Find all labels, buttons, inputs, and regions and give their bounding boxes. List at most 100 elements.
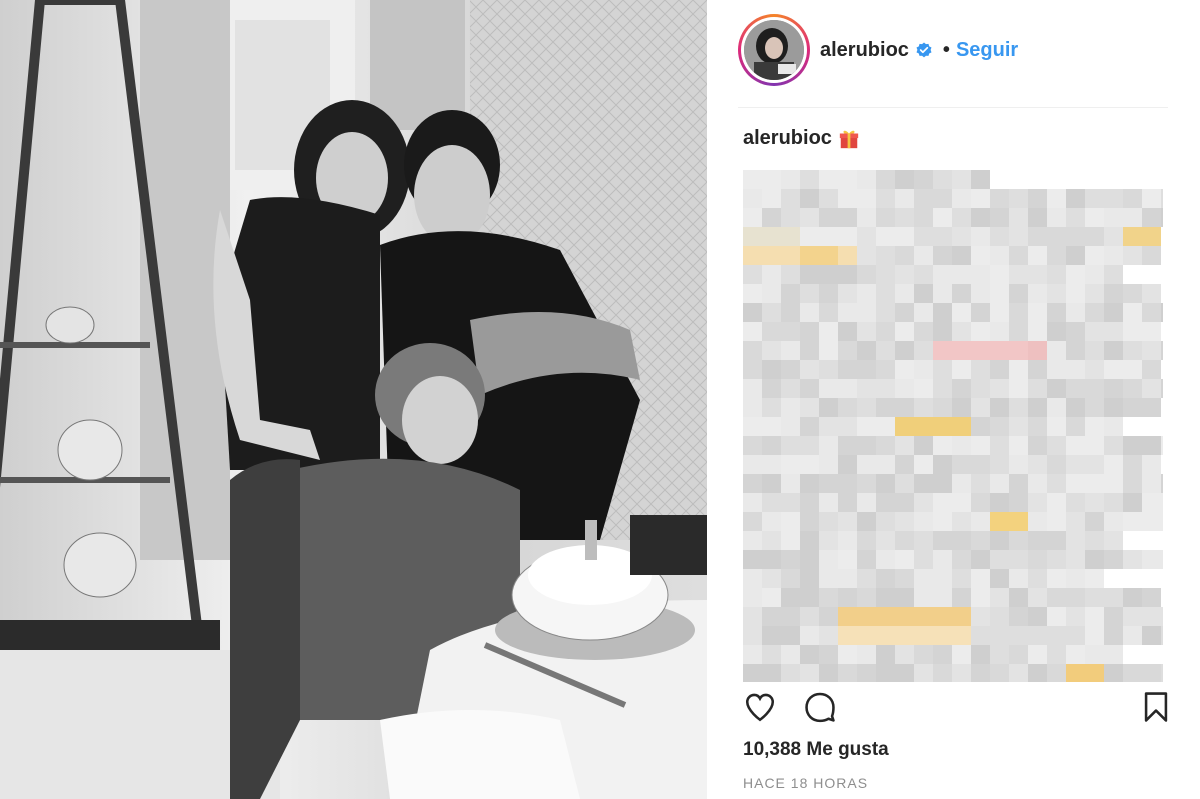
pixel-cell [895, 360, 914, 379]
likes-count[interactable]: 10,388 Me gusta [743, 739, 889, 761]
pixel-cell [914, 588, 933, 607]
pixel-cell [1047, 379, 1066, 398]
heart-icon[interactable] [743, 690, 777, 724]
pixel-cell [1009, 607, 1028, 626]
pixel-cell [1123, 455, 1142, 474]
pixel-cell [1066, 341, 1085, 360]
pixel-cell [1161, 379, 1163, 398]
pixel-cell [838, 170, 857, 189]
pixel-cell [1104, 208, 1123, 227]
pixel-cell [1047, 208, 1066, 227]
pixel-cell [952, 189, 971, 208]
pixel-cell [876, 550, 895, 569]
pixel-cell [933, 626, 952, 645]
pixel-cell [838, 227, 857, 246]
post-timestamp[interactable]: HACE 18 HORAS [743, 775, 868, 791]
pixel-cell [1123, 246, 1142, 265]
pixel-cell [1028, 417, 1047, 436]
caption-username[interactable]: alerubioc [743, 127, 832, 150]
pixel-cell [971, 284, 990, 303]
pixel-cell [857, 417, 876, 436]
pixel-cell [1047, 227, 1066, 246]
pixel-cell [876, 436, 895, 455]
pixel-cell [857, 474, 876, 493]
pixel-cell [971, 569, 990, 588]
pixel-cell [819, 246, 838, 265]
pixel-cell [1142, 474, 1161, 493]
pixel-cell [876, 246, 895, 265]
pixel-cell [1142, 284, 1161, 303]
pixel-cell [895, 626, 914, 645]
pixel-cell [914, 170, 933, 189]
pixel-cell [971, 436, 990, 455]
pixel-cell [1047, 626, 1066, 645]
pixel-cell [857, 341, 876, 360]
pixel-cell [990, 284, 1009, 303]
pixel-cell [743, 588, 762, 607]
pixel-cell [1104, 455, 1123, 474]
pixel-cell [876, 227, 895, 246]
pixel-cell [1066, 436, 1085, 455]
comment-icon[interactable] [803, 690, 837, 724]
pixel-cell [781, 360, 800, 379]
pixel-cell [952, 626, 971, 645]
pixel-cell [819, 436, 838, 455]
pixel-cell [895, 569, 914, 588]
pixel-cell [933, 493, 952, 512]
pixel-cell [895, 227, 914, 246]
pixel-cell [1123, 360, 1142, 379]
pixel-cell [838, 341, 857, 360]
pixel-cell [781, 170, 800, 189]
pixel-cell [1085, 341, 1104, 360]
pixel-cell [1123, 341, 1142, 360]
pixel-cell [1028, 303, 1047, 322]
pixel-cell [762, 303, 781, 322]
pixel-cell [1066, 493, 1085, 512]
pixel-cell [895, 531, 914, 550]
pixel-cell [1142, 493, 1161, 512]
pixel-cell [933, 531, 952, 550]
avatar[interactable] [744, 20, 804, 80]
pixel-cell [990, 550, 1009, 569]
pixel-cell [914, 265, 933, 284]
pixel-cell [1047, 284, 1066, 303]
pixel-cell [762, 531, 781, 550]
post-username[interactable]: alerubioc [820, 39, 909, 62]
pixel-cell [819, 664, 838, 682]
pixel-cell [933, 588, 952, 607]
pixel-cell [743, 398, 762, 417]
pixel-cell [1066, 569, 1085, 588]
pixel-cell [971, 341, 990, 360]
pixel-cell [762, 664, 781, 682]
pixel-cell [914, 227, 933, 246]
pixel-cell [743, 493, 762, 512]
pixel-cell [914, 246, 933, 265]
pixel-cell [1142, 550, 1161, 569]
pixel-cell [781, 227, 800, 246]
pixel-cell [838, 569, 857, 588]
header-divider [738, 107, 1168, 108]
pixel-cell [952, 493, 971, 512]
pixel-cell [1085, 455, 1104, 474]
post-photo[interactable] [0, 0, 707, 799]
pixel-cell [838, 246, 857, 265]
pixel-cell [1085, 322, 1104, 341]
pixel-cell [1104, 493, 1123, 512]
follow-button[interactable]: Seguir [956, 39, 1018, 62]
pixel-cell [838, 398, 857, 417]
pixel-cell [914, 645, 933, 664]
pixel-cell [781, 246, 800, 265]
pixel-cell [1142, 588, 1161, 607]
pixel-cell [781, 607, 800, 626]
pixel-cell [743, 360, 762, 379]
avatar-story-ring[interactable] [738, 14, 810, 86]
bookmark-icon[interactable] [1139, 690, 1173, 724]
pixel-cell [800, 569, 819, 588]
pixel-cell [857, 303, 876, 322]
pixel-cell [971, 208, 990, 227]
pixel-cell [1028, 322, 1047, 341]
pixel-cell [876, 512, 895, 531]
pixel-cell [819, 569, 838, 588]
pixel-cell [762, 474, 781, 493]
pixel-cell [1028, 550, 1047, 569]
